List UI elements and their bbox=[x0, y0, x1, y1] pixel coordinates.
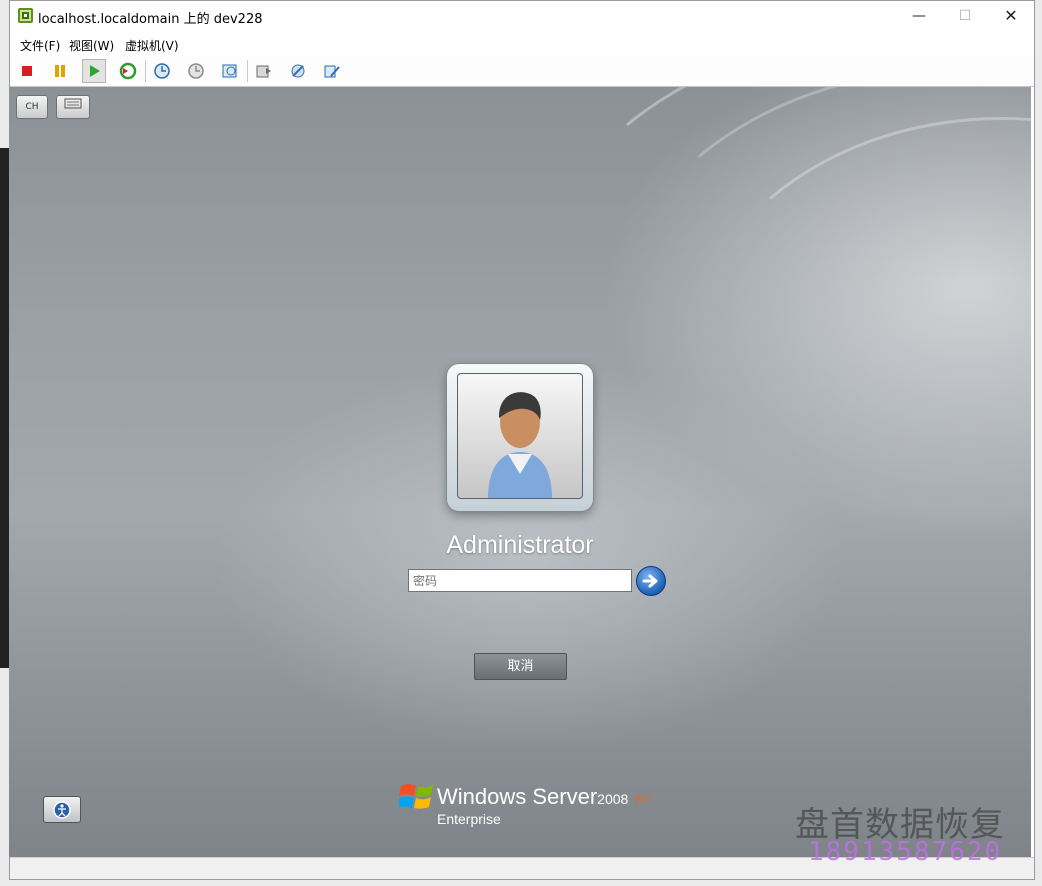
ctrl-alt-del-icon[interactable] bbox=[252, 59, 276, 83]
submit-arrow-button[interactable] bbox=[636, 566, 666, 596]
vm-console-screen[interactable]: CH Administrator 取消 Windows Server2008 R… bbox=[9, 87, 1031, 857]
product-edition: Enterprise bbox=[437, 811, 501, 827]
windows-flag-icon bbox=[399, 784, 433, 809]
title-bar[interactable]: localhost.localdomain 上的 dev228 — ☐ ✕ bbox=[10, 1, 1034, 32]
manage-snapshots-icon[interactable] bbox=[218, 59, 242, 83]
close-button[interactable]: ✕ bbox=[988, 1, 1034, 31]
power-on-icon[interactable] bbox=[82, 59, 106, 83]
on-screen-keyboard-button[interactable] bbox=[56, 95, 90, 119]
window-title: localhost.localdomain 上的 dev228 bbox=[38, 12, 263, 27]
snapshot-icon[interactable] bbox=[150, 59, 174, 83]
menu-vm[interactable]: 虚拟机(V) bbox=[125, 37, 179, 54]
ease-of-access-button[interactable] bbox=[43, 796, 81, 823]
menu-file[interactable]: 文件(F) bbox=[20, 37, 60, 54]
password-input[interactable] bbox=[408, 569, 632, 592]
revert-snapshot-icon[interactable] bbox=[184, 59, 208, 83]
product-year: 2008 bbox=[597, 791, 629, 807]
user-avatar bbox=[457, 373, 583, 499]
user-tile bbox=[447, 364, 593, 511]
product-name: Windows Server2008 R2 bbox=[437, 784, 652, 810]
pause-icon[interactable] bbox=[48, 59, 72, 83]
product-release: R2 bbox=[634, 791, 653, 807]
minimize-button[interactable]: — bbox=[896, 1, 942, 31]
arrow-right-icon bbox=[642, 574, 658, 588]
watermark-phone: 18913587620 bbox=[808, 837, 1003, 867]
windows-server-logo: Windows Server2008 R2 Enterprise bbox=[399, 780, 659, 840]
ease-of-access-icon bbox=[53, 800, 71, 819]
keyboard-icon bbox=[64, 98, 82, 109]
settings-icon[interactable] bbox=[286, 59, 310, 83]
menu-view[interactable]: 视图(W) bbox=[69, 37, 114, 54]
user-silhouette-icon bbox=[488, 392, 552, 498]
vmware-app-icon bbox=[18, 8, 33, 23]
product-name-text: Windows Server bbox=[437, 784, 598, 809]
cancel-button[interactable]: 取消 bbox=[474, 653, 567, 680]
toolbar-separator bbox=[247, 60, 248, 82]
reset-icon[interactable] bbox=[116, 59, 140, 83]
toolbar bbox=[10, 56, 1034, 87]
username-label: Administrator bbox=[446, 531, 594, 559]
input-language-button[interactable]: CH bbox=[16, 95, 48, 119]
background-desktop-strip bbox=[0, 148, 9, 668]
menu-bar: 文件(F) 视图(W) 虚拟机(V) bbox=[10, 33, 1034, 55]
toolbar-separator bbox=[145, 60, 146, 82]
edit-settings-icon[interactable] bbox=[320, 59, 344, 83]
power-off-icon[interactable] bbox=[15, 59, 39, 83]
maximize-button[interactable]: ☐ bbox=[942, 1, 988, 31]
